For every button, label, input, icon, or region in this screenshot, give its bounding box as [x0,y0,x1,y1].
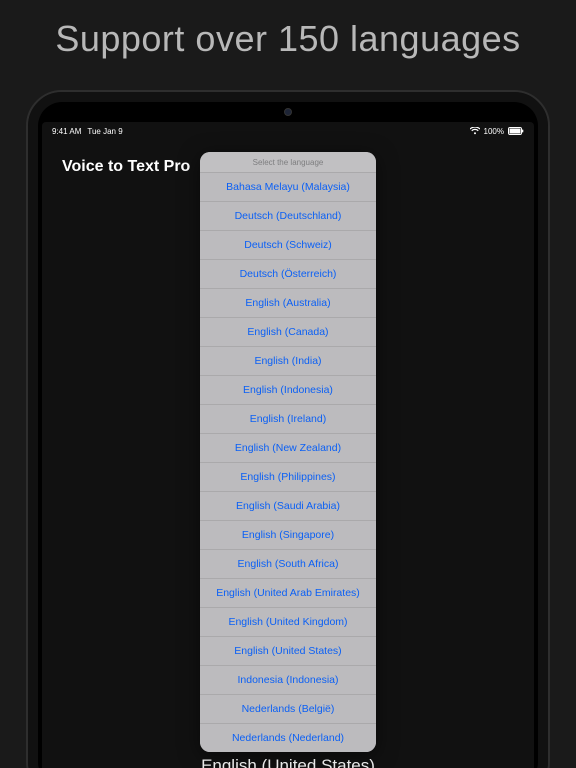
language-option[interactable]: Bahasa Melayu (Malaysia) [200,172,376,201]
status-battery-pct: 100% [484,127,504,136]
language-popover: Select the language Bahasa Melayu (Malay… [200,152,376,752]
language-option[interactable]: Deutsch (Schweiz) [200,230,376,259]
language-option[interactable]: English (Singapore) [200,520,376,549]
status-time: 9:41 AM [52,127,81,136]
status-bar: 9:41 AM Tue Jan 9 100% [42,122,534,138]
language-option[interactable]: English (India) [200,346,376,375]
language-option[interactable]: Nederlands (Nederland) [200,723,376,752]
language-option[interactable]: English (Australia) [200,288,376,317]
popover-header: Select the language [200,152,376,172]
language-option[interactable]: Deutsch (Deutschland) [200,201,376,230]
app-title: Voice to Text Pro [62,158,190,176]
language-option[interactable]: Nederlands (België) [200,694,376,723]
language-option[interactable]: English (United States) [200,636,376,665]
language-list[interactable]: Bahasa Melayu (Malaysia)Deutsch (Deutsch… [200,172,376,752]
selected-language-label[interactable]: English (United States) [42,756,534,768]
popover-tail-icon [279,751,297,752]
camera-icon [284,108,292,116]
language-option[interactable]: English (United Kingdom) [200,607,376,636]
marketing-headline: Support over 150 languages [0,0,576,82]
ipad-device-frame: 9:41 AM Tue Jan 9 100% Voice to Text Pro… [26,90,550,768]
language-option[interactable]: English (New Zealand) [200,433,376,462]
wifi-icon [470,127,480,135]
language-option[interactable]: English (United Arab Emirates) [200,578,376,607]
language-option[interactable]: Deutsch (Österreich) [200,259,376,288]
language-option[interactable]: English (Saudi Arabia) [200,491,376,520]
language-option[interactable]: English (South Africa) [200,549,376,578]
device-screen: 9:41 AM Tue Jan 9 100% Voice to Text Pro… [42,122,534,768]
language-option[interactable]: English (Philippines) [200,462,376,491]
status-date: Tue Jan 9 [87,127,122,136]
language-option[interactable]: Indonesia (Indonesia) [200,665,376,694]
language-option[interactable]: English (Indonesia) [200,375,376,404]
language-option[interactable]: English (Ireland) [200,404,376,433]
language-option[interactable]: English (Canada) [200,317,376,346]
battery-icon [508,127,524,135]
